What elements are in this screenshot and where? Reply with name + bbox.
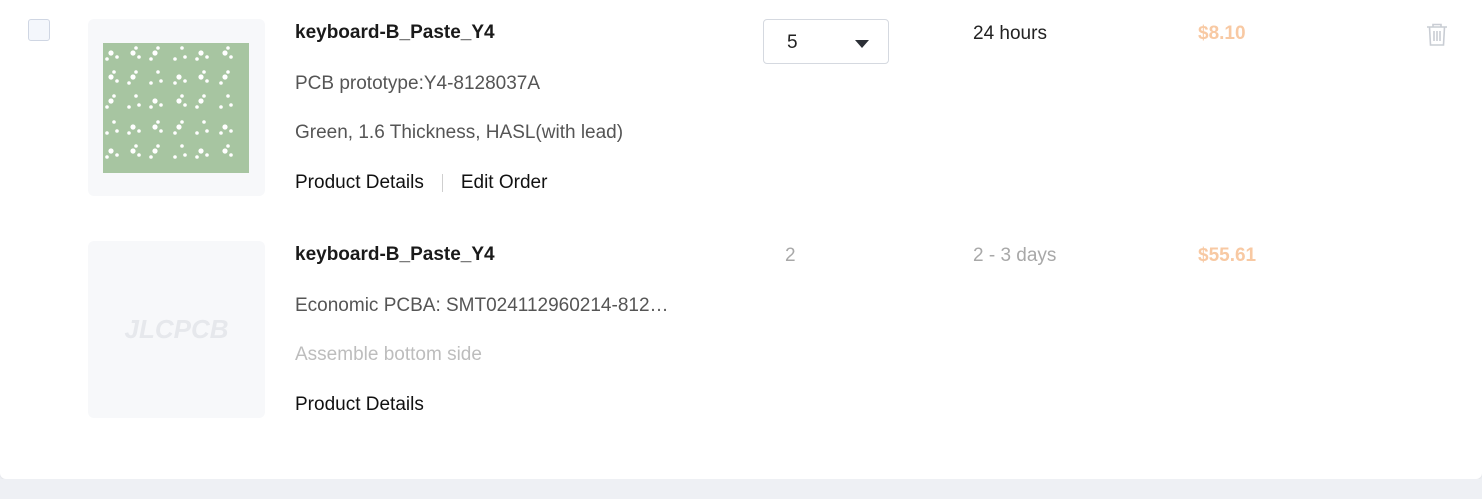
product-title: keyboard-B_Paste_Y4: [295, 22, 495, 43]
product-type-line: PCB prototype:Y4-8128037A: [295, 73, 541, 94]
lead-time: 2 - 3 days: [973, 245, 1057, 266]
quantity-value: 5: [787, 32, 798, 53]
trash-icon[interactable]: [1424, 21, 1450, 47]
quantity-value: 2: [785, 245, 796, 266]
quantity-select[interactable]: 5: [763, 19, 889, 64]
product-type-line: Economic PCBA: SMT024112960214-812…: [295, 295, 669, 316]
item-price: $8.10: [1198, 23, 1246, 44]
page-background: [0, 479, 1482, 499]
lead-time: 24 hours: [973, 23, 1047, 44]
link-divider: [441, 174, 443, 192]
item-price: $55.61: [1198, 245, 1257, 266]
jlcpcb-logo: JLCPCB: [124, 314, 229, 344]
product-details-link[interactable]: Product Details: [295, 394, 424, 416]
item-links: Product Details: [295, 394, 424, 416]
chevron-down-icon: [855, 40, 869, 48]
product-details-link[interactable]: Product Details: [295, 172, 424, 194]
edit-order-link[interactable]: Edit Order: [461, 172, 548, 194]
cart-item-card: keyboard-B_Paste_Y4 PCB prototype:Y4-812…: [0, 0, 1482, 479]
product-thumbnail-placeholder[interactable]: JLCPCB: [88, 241, 265, 418]
item-links: Product Details Edit Order: [295, 172, 547, 194]
pcb-image: [103, 43, 249, 173]
product-thumbnail-pcb[interactable]: [88, 19, 265, 196]
product-title: keyboard-B_Paste_Y4: [295, 244, 495, 265]
product-spec-line: Green, 1.6 Thickness, HASL(with lead): [295, 122, 624, 143]
item-select-checkbox[interactable]: [28, 19, 50, 41]
product-spec-line: Assemble bottom side: [295, 344, 482, 365]
